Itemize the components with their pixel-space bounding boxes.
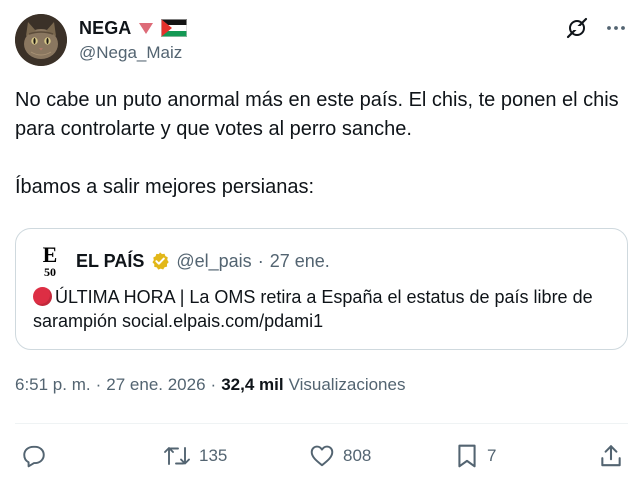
quoted-tweet-body: ÚLTIMA HORA | La OMS retira a España el … xyxy=(33,287,593,331)
author-handle[interactable]: @Nega_Maiz xyxy=(79,43,182,63)
el-pais-logo-letter: E xyxy=(42,242,58,267)
like-count: 808 xyxy=(343,446,372,465)
author-display-name[interactable]: NEGA xyxy=(79,18,131,39)
quoted-tweet-card[interactable]: E 50 EL PAÍS @el_pais · 27 ene. ÚLTIMA H… xyxy=(15,228,628,350)
retweet-button[interactable]: 135 xyxy=(163,440,227,472)
views-count: 32,4 mil xyxy=(221,375,284,394)
grok-icon[interactable] xyxy=(565,16,589,40)
more-icon[interactable] xyxy=(605,17,627,39)
share-icon xyxy=(601,445,621,467)
top-actions xyxy=(565,16,627,40)
reply-button[interactable] xyxy=(21,440,55,472)
quoted-date[interactable]: 27 ene. xyxy=(270,251,330,272)
heart-icon xyxy=(310,445,334,467)
quoted-author-name[interactable]: EL PAÍS xyxy=(76,251,144,272)
tweet-date[interactable]: 27 ene. 2026 xyxy=(106,375,205,395)
quoted-tweet-header: E 50 EL PAÍS @el_pais · 27 ene. xyxy=(38,243,330,279)
el-pais-logo: E 50 xyxy=(38,242,62,279)
palestine-flag-icon xyxy=(161,19,188,37)
quoted-separator: · xyxy=(257,250,264,271)
retweet-count: 135 xyxy=(199,446,228,465)
quoted-tweet-text: ÚLTIMA HORA | La OMS retira a España el … xyxy=(33,285,603,333)
views-label: Visualizaciones xyxy=(288,375,406,394)
quoted-author-handle[interactable]: @el_pais xyxy=(176,251,251,272)
meta-separator-1: · xyxy=(95,375,102,394)
tweet-text: No cabe un puto anormal más en este país… xyxy=(15,86,630,202)
cat-avatar-image xyxy=(15,14,67,66)
reply-icon xyxy=(23,445,45,468)
meta-separator-2: · xyxy=(210,375,217,394)
el-pais-logo-number: 50 xyxy=(44,265,56,279)
bookmark-icon xyxy=(458,444,476,468)
actions-divider xyxy=(15,423,628,424)
author-avatar[interactable] xyxy=(15,14,67,66)
tweet-actions-bar: 135 808 7 xyxy=(15,440,628,472)
author-name-row: NEGA xyxy=(79,16,188,40)
like-button[interactable]: 808 xyxy=(309,440,371,472)
red-circle-icon xyxy=(33,287,52,306)
tweet-meta: 6:51 p. m. · 27 ene. 2026 · 32,4 mil Vis… xyxy=(15,375,405,395)
retweet-icon xyxy=(164,447,190,465)
share-button[interactable] xyxy=(598,440,624,472)
tweet-time[interactable]: 6:51 p. m. xyxy=(15,375,91,395)
tweet-paragraph-1: No cabe un puto anormal más en este país… xyxy=(15,89,619,140)
bookmark-button[interactable]: 7 xyxy=(455,440,496,472)
gold-check-badge-icon xyxy=(152,252,170,270)
bookmark-count: 7 xyxy=(487,446,497,465)
red-down-triangle-icon xyxy=(139,23,154,34)
tweet-paragraph-2: Íbamos a salir mejores persianas: xyxy=(15,176,315,198)
